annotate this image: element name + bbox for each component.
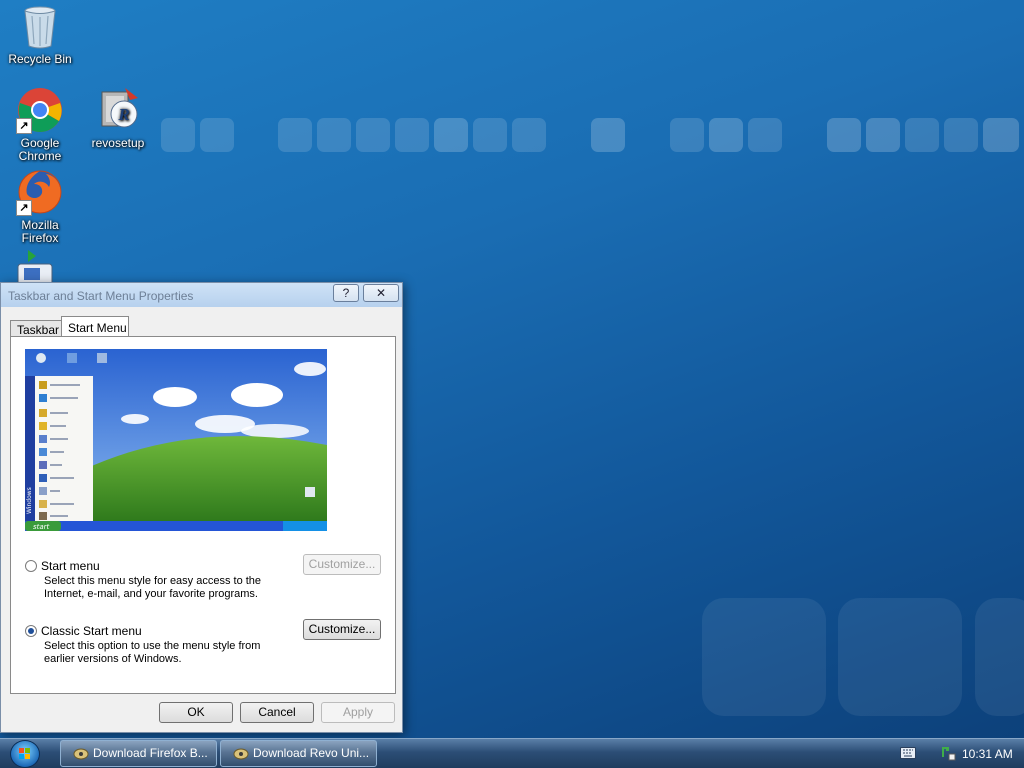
tab-start-menu[interactable]: Start Menu (61, 316, 129, 338)
background-tile (161, 118, 195, 152)
close-button[interactable]: ✕ (363, 284, 399, 302)
taskbar-start-menu-properties-dialog: Taskbar and Start Menu Properties ? ✕ Ta… (0, 282, 403, 733)
dialog-title: Taskbar and Start Menu Properties (8, 289, 194, 303)
ok-button[interactable]: OK (159, 702, 233, 723)
classic-start-menu-radio[interactable] (25, 625, 37, 637)
background-tile (944, 118, 978, 152)
start-menu-option[interactable]: Start menu (25, 559, 100, 573)
background-tile (983, 118, 1019, 152)
background-tile (827, 118, 861, 152)
recycle-bin-icon (16, 2, 64, 50)
desktop-icon-partially-hidden[interactable] (14, 248, 58, 282)
background-tile (356, 118, 390, 152)
background-tile (838, 598, 962, 716)
background-tile (200, 118, 234, 152)
desktop-icon-google-chrome[interactable]: ↗ Google Chrome (1, 86, 79, 163)
ie-window-icon (73, 746, 89, 762)
classic-start-menu-option[interactable]: Classic Start menu (25, 624, 142, 638)
chrome-icon: ↗ (16, 86, 64, 134)
taskbar: Download Firefox B... Download Revo Uni.… (0, 738, 1024, 768)
start-menu-customize-button[interactable]: Customize... (303, 554, 381, 575)
background-tile (473, 118, 507, 152)
taskbar-item-label: Download Revo Uni... (253, 746, 370, 760)
background-tile (317, 118, 351, 152)
taskbar-item-download-revo[interactable]: Download Revo Uni... (220, 740, 377, 767)
preview-start-label: start (33, 523, 50, 531)
background-tile (512, 118, 546, 152)
apply-button[interactable]: Apply (321, 702, 395, 723)
desktop-icon-mozilla-firefox[interactable]: ↗ Mozilla Firefox (1, 168, 79, 245)
start-menu-tab-panel: Windows start Start menu Select this men… (10, 336, 396, 694)
classic-start-menu-customize-button[interactable]: Customize... (303, 619, 381, 640)
desktop-icon-label: revosetup (91, 136, 145, 150)
shortcut-arrow-icon: ↗ (16, 200, 32, 216)
background-tile (395, 118, 429, 152)
start-menu-option-description: Select this menu style for easy access t… (44, 575, 262, 600)
ie-window-icon (233, 746, 249, 762)
background-tile (278, 118, 312, 152)
network-icon[interactable] (940, 745, 956, 761)
help-button[interactable]: ? (333, 284, 359, 302)
start-menu-preview-image: Windows start (25, 349, 327, 531)
desktop-icon-revosetup[interactable]: R revosetup (79, 86, 157, 150)
cancel-button[interactable]: Cancel (240, 702, 314, 723)
taskbar-item-download-firefox[interactable]: Download Firefox B... (60, 740, 217, 767)
background-tile (866, 118, 900, 152)
keyboard-icon[interactable] (900, 747, 916, 759)
start-menu-radio[interactable] (25, 560, 37, 572)
background-tile (591, 118, 625, 152)
start-menu-option-label: Start menu (41, 559, 100, 573)
background-tile (975, 598, 1024, 716)
desktop-icon-label: Recycle Bin (8, 52, 72, 66)
dialog-titlebar[interactable]: Taskbar and Start Menu Properties ? ✕ (1, 283, 402, 307)
firefox-icon: ↗ (16, 168, 64, 216)
desktop-icon-recycle-bin[interactable]: Recycle Bin (1, 2, 79, 66)
desktop-icon-label: Google Chrome (18, 136, 62, 163)
desktop-icon-label: Mozilla Firefox (21, 218, 59, 245)
background-tile (748, 118, 782, 152)
background-tile (709, 118, 743, 152)
background-tile (905, 118, 939, 152)
classic-start-menu-option-description: Select this option to use the menu style… (44, 640, 261, 665)
program-icon (17, 250, 53, 282)
revo-setup-icon: R (94, 86, 142, 134)
windows-start-orb-icon[interactable] (10, 740, 40, 768)
background-tile (434, 118, 468, 152)
background-tile (670, 118, 704, 152)
svg-text:R: R (117, 105, 129, 124)
classic-start-menu-option-label: Classic Start menu (41, 624, 142, 638)
preview-start-menu-side-label: Windows (26, 487, 33, 514)
shortcut-arrow-icon: ↗ (16, 118, 32, 134)
background-tile (702, 598, 826, 716)
taskbar-item-label: Download Firefox B... (93, 746, 208, 760)
clock[interactable]: 10:31 AM (962, 747, 1013, 761)
